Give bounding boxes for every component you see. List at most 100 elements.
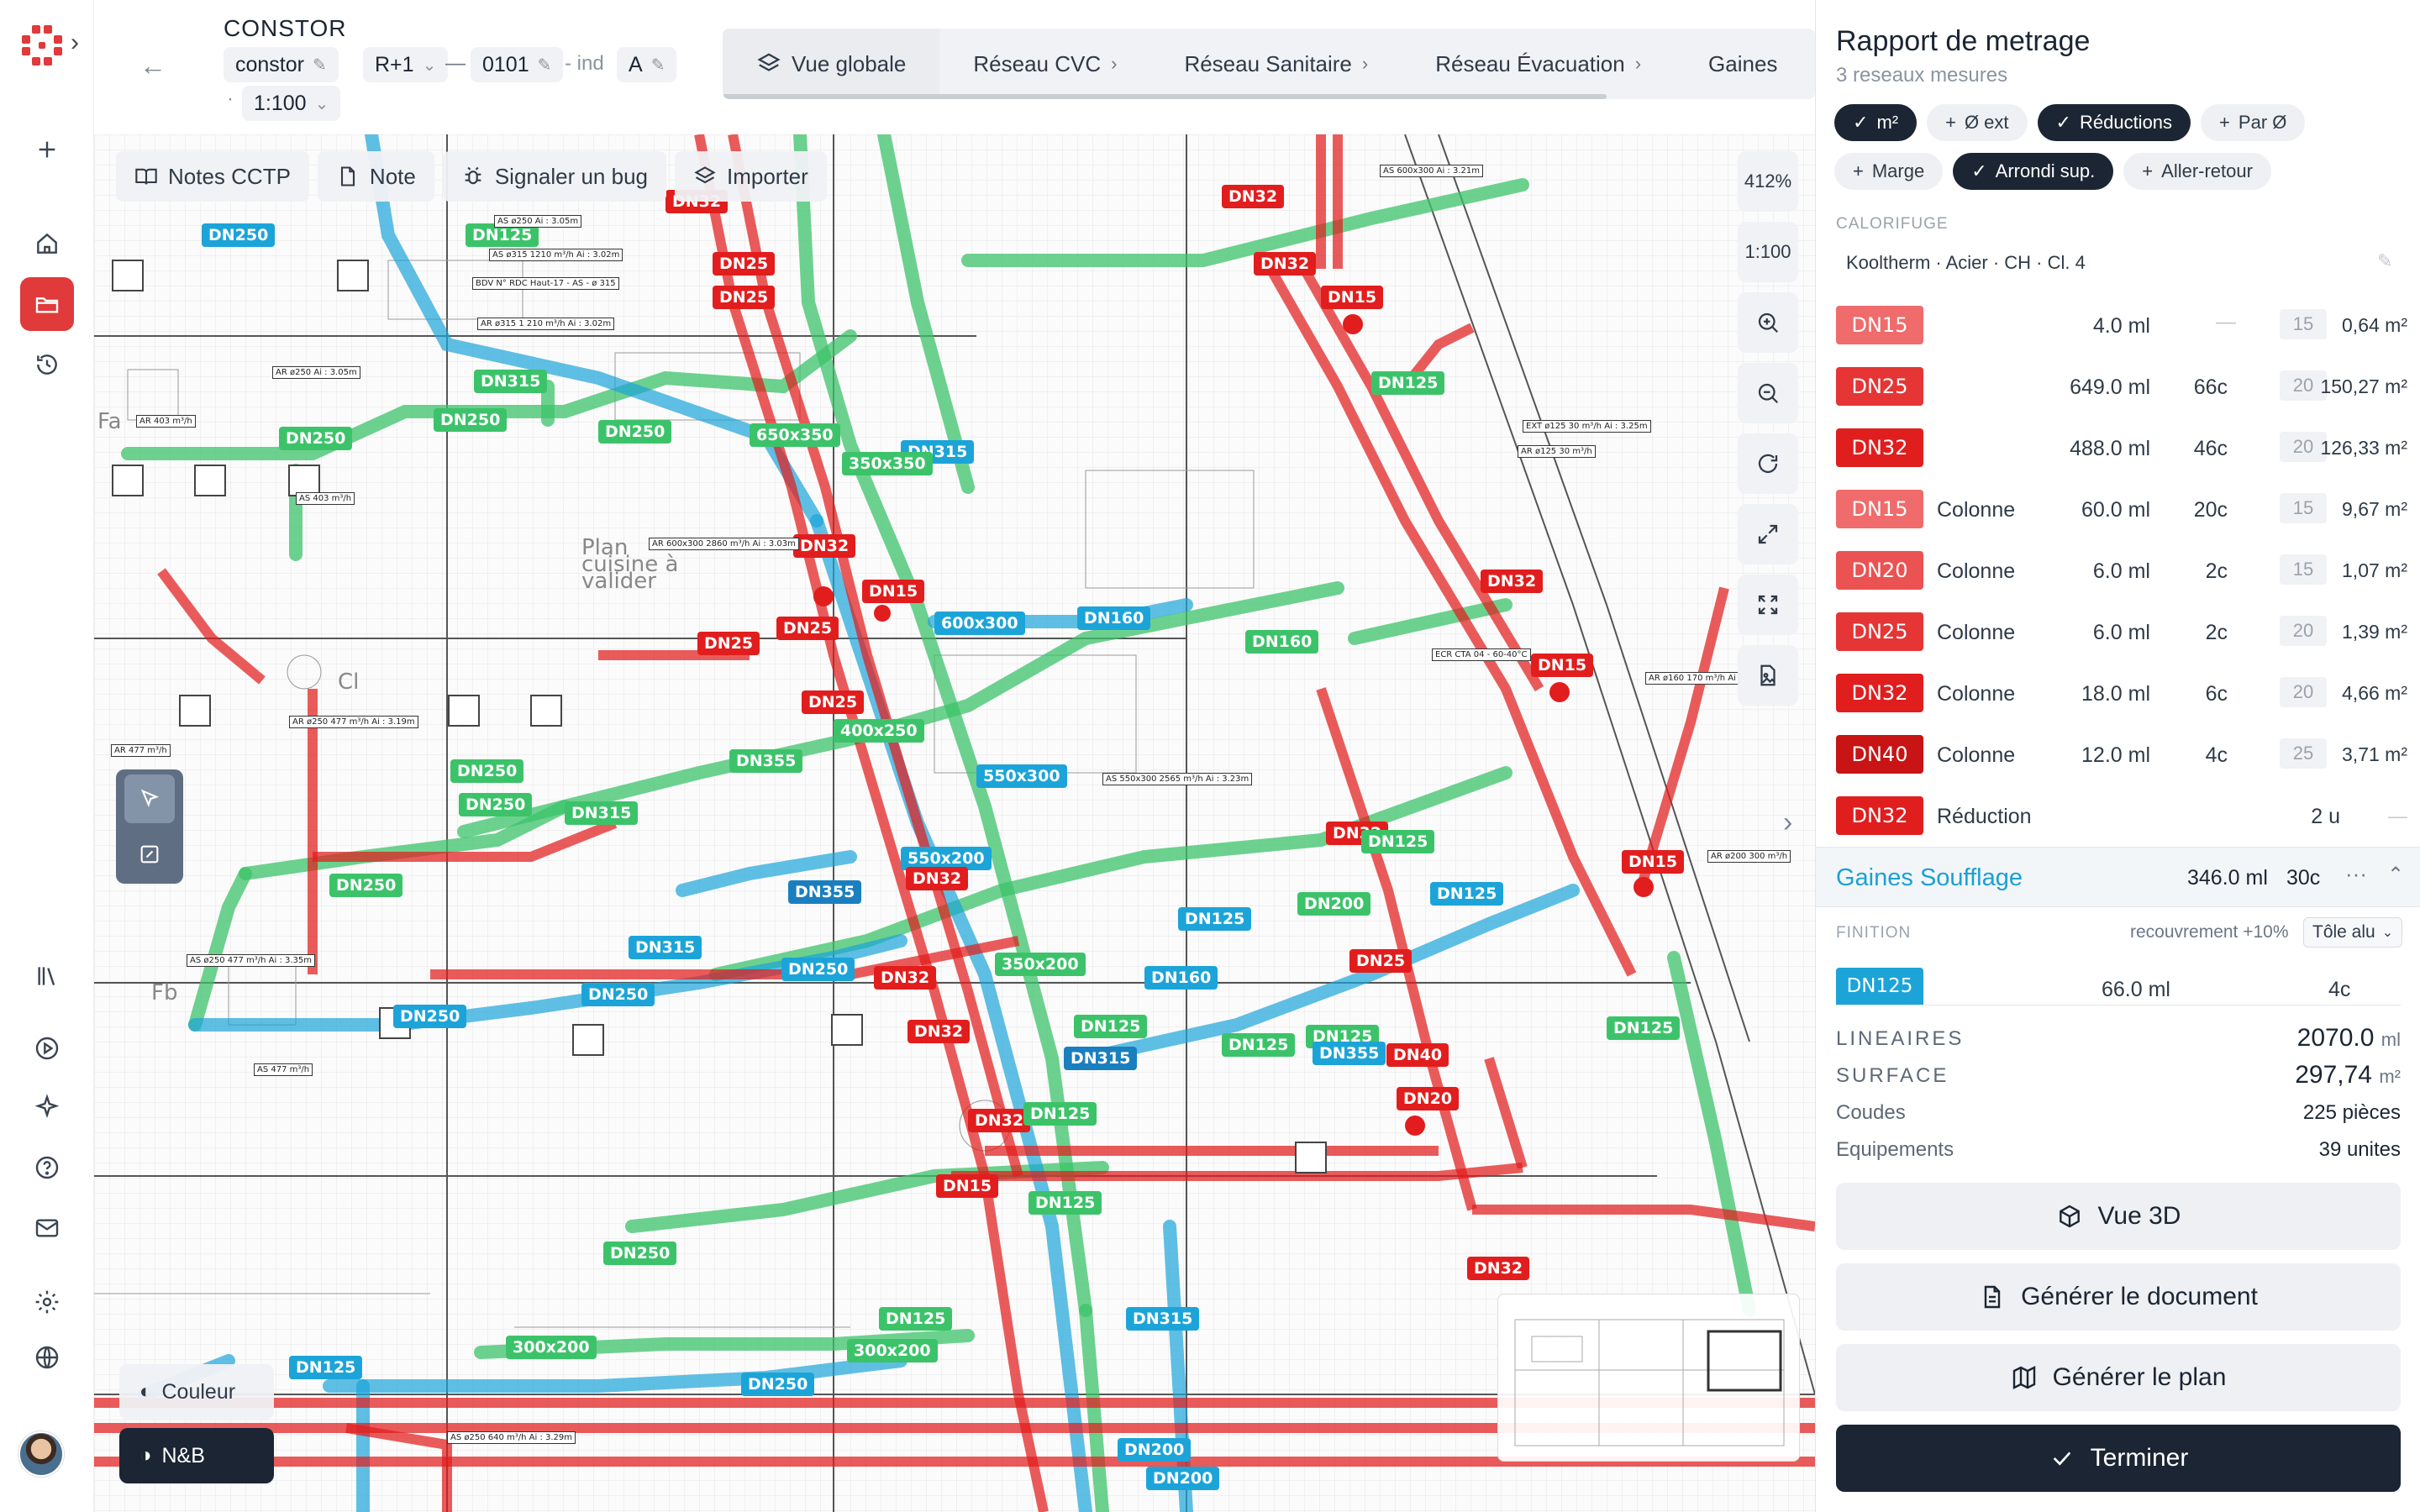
duct-tag[interactable]: DN15 (862, 580, 925, 603)
duct-tag[interactable]: DN200 (1146, 1467, 1220, 1490)
duct-tag[interactable]: DN40 (1386, 1043, 1449, 1067)
duct-tag[interactable]: DN125 (1430, 882, 1504, 906)
add-icon[interactable] (20, 123, 74, 176)
color-mode-button[interactable]: ◐ Couleur (119, 1364, 274, 1420)
pill-par-diametre[interactable]: + Par Ø (2201, 104, 2306, 141)
pill-m2[interactable]: ✓ m² (1834, 104, 1918, 141)
duct-tag[interactable]: DN250 (434, 408, 508, 432)
duct-tag[interactable]: DN15 (1531, 654, 1594, 677)
pill-aller-retour[interactable]: + Aller-retour (2123, 153, 2271, 190)
duct-tag[interactable]: DN32 (908, 1020, 971, 1043)
duct-tag[interactable]: DN315 (1126, 1307, 1200, 1331)
duct-tag[interactable]: DN32 (968, 1109, 1031, 1132)
duct-tag[interactable]: 300x200 (506, 1336, 597, 1359)
level-select[interactable]: R+1 ⌄ (363, 47, 449, 82)
duct-tag[interactable]: DN355 (1313, 1042, 1386, 1065)
zoom-in-button[interactable] (1738, 292, 1798, 353)
user-avatar[interactable] (18, 1431, 64, 1477)
duct-tag[interactable]: DN25 (802, 690, 865, 714)
expand-rail-chevron-icon[interactable]: › (71, 29, 79, 57)
duct-tag[interactable]: DN250 (279, 427, 353, 450)
duct-tag[interactable]: 350x350 (842, 452, 933, 475)
ind-chip[interactable]: A ✎ (617, 47, 677, 82)
play-icon[interactable] (20, 1021, 74, 1075)
duct-tag[interactable]: 600x300 (934, 612, 1025, 635)
duct-tag[interactable]: DN125 (1023, 1102, 1097, 1126)
duct-tag[interactable]: DN250 (393, 1005, 467, 1028)
duct-tag[interactable]: DN32 (1222, 185, 1285, 208)
note-button[interactable]: Note (317, 151, 434, 202)
duct-tag[interactable]: DN250 (603, 1242, 677, 1265)
home-icon[interactable] (20, 217, 74, 270)
pill-reductions[interactable]: ✓ Réductions (2037, 104, 2191, 141)
table-row[interactable]: DN15 Colonne 60.0 ml 20c 15 9,67 m² (1836, 490, 2407, 551)
duct-tag[interactable]: DN250 (741, 1373, 815, 1396)
edit-pencil-icon[interactable]: ✎ (651, 55, 666, 76)
row-thickness[interactable]: 15 (2280, 309, 2327, 339)
table-row[interactable]: DN25 649.0 ml 66c 20 150,27 m² (1836, 367, 2407, 428)
duct-tag[interactable]: DN125 (1178, 907, 1252, 931)
duct-tag[interactable]: DN32 (1254, 252, 1317, 276)
duct-tag[interactable]: DN250 (598, 420, 672, 444)
duct-tag[interactable]: DN32 (906, 867, 969, 890)
project-chip[interactable]: constor ✎ (224, 47, 339, 82)
duct-tag[interactable]: DN20 (1397, 1087, 1460, 1110)
duct-tag[interactable]: DN250 (329, 874, 403, 897)
chevron-up-icon[interactable]: ⌃ (2387, 863, 2404, 887)
row-thickness[interactable]: 20 (2280, 616, 2327, 646)
duct-tag[interactable]: 350x200 (995, 953, 1086, 976)
plan-canvas[interactable]: Fa Fb Cl Plan cuisine à valider DN250 DN125 … (94, 134, 1815, 1512)
history-icon[interactable] (20, 338, 74, 391)
finish-button[interactable]: Terminer (1836, 1425, 2401, 1492)
mail-icon[interactable] (20, 1201, 74, 1255)
fit-button[interactable] (1738, 575, 1798, 635)
table-row[interactable]: DN40 Colonne 12.0 ml 4c 25 3,71 m² (1836, 735, 2407, 796)
help-icon[interactable] (20, 1141, 74, 1194)
dn-badge[interactable]: DN125 (1836, 968, 1923, 1005)
report-bug-button[interactable]: Signaler un bug (442, 151, 666, 202)
duct-tag[interactable]: DN125 (1074, 1015, 1148, 1038)
duct-tag[interactable]: DN25 (713, 286, 776, 309)
minimap[interactable] (1497, 1294, 1800, 1462)
duct-tag[interactable]: DN125 (1371, 371, 1445, 395)
row-thickness[interactable]: 15 (2280, 554, 2327, 585)
duct-tag[interactable]: DN25 (697, 632, 760, 655)
pill-diametre-ext[interactable]: + Ø ext (1927, 104, 2028, 141)
duct-tag[interactable]: DN25 (1349, 949, 1413, 973)
pill-arrondi-sup[interactable]: ✓ Arrondi sup. (1953, 153, 2114, 190)
duct-tag[interactable]: 650x350 (750, 423, 840, 447)
row-thickness[interactable]: 15 (2280, 493, 2327, 523)
duct-tag[interactable]: DN15 (1321, 286, 1384, 309)
table-row[interactable]: DN32 488.0 ml 46c 20 126,33 m² (1836, 428, 2407, 490)
minimap-viewport[interactable] (1707, 1330, 1782, 1392)
tab-reseau-cvc[interactable]: Réseau CVC › (939, 29, 1150, 99)
library-icon[interactable] (20, 949, 74, 1003)
duct-tag[interactable]: DN200 (1118, 1438, 1192, 1462)
duct-tag[interactable]: DN315 (474, 370, 548, 393)
row-thickness[interactable]: 20 (2280, 677, 2327, 707)
chevron-right-icon[interactable]: › (1783, 806, 1792, 839)
duct-tag[interactable]: 550x300 (976, 764, 1067, 788)
expand-button[interactable] (1738, 504, 1798, 564)
table-row[interactable]: DN25 Colonne 6.0 ml 2c 20 1,39 m² (1836, 612, 2407, 674)
edit-pencil-icon[interactable]: ✎ (2377, 250, 2392, 272)
duct-tag[interactable]: 300x200 (847, 1339, 938, 1362)
area-tool[interactable] (124, 830, 175, 879)
bw-mode-button[interactable]: ◑ N&B (119, 1428, 274, 1483)
duct-tag[interactable]: DN250 (581, 983, 655, 1006)
sparkle-icon[interactable] (20, 1080, 74, 1134)
sheet-chip[interactable]: 0101 ✎ (471, 47, 564, 82)
table-row[interactable]: DN32 Colonne 18.0 ml 6c 20 4,66 m² (1836, 674, 2407, 735)
view-3d-button[interactable]: Vue 3D (1836, 1183, 2401, 1250)
finition-select[interactable]: Tôle alu ⌄ (2303, 917, 2403, 948)
table-row[interactable]: DN20 Colonne 6.0 ml 2c 15 1,07 m² (1836, 551, 2407, 612)
gaines-soufflage-section[interactable]: Gaines Soufflage 346.0 ml 30c ··· ⌃ (1816, 847, 2420, 907)
duct-tag[interactable]: DN15 (936, 1174, 999, 1198)
duct-tag[interactable]: DN160 (1077, 606, 1151, 630)
duct-tag[interactable]: DN315 (629, 936, 702, 959)
edit-pencil-icon[interactable]: ✎ (538, 55, 552, 76)
duct-tag[interactable]: DN32 (1467, 1257, 1530, 1280)
tab-vue-globale[interactable]: Vue globale (723, 29, 940, 99)
duct-tag[interactable]: DN125 (1222, 1033, 1296, 1057)
duct-tag[interactable]: DN125 (289, 1356, 363, 1379)
